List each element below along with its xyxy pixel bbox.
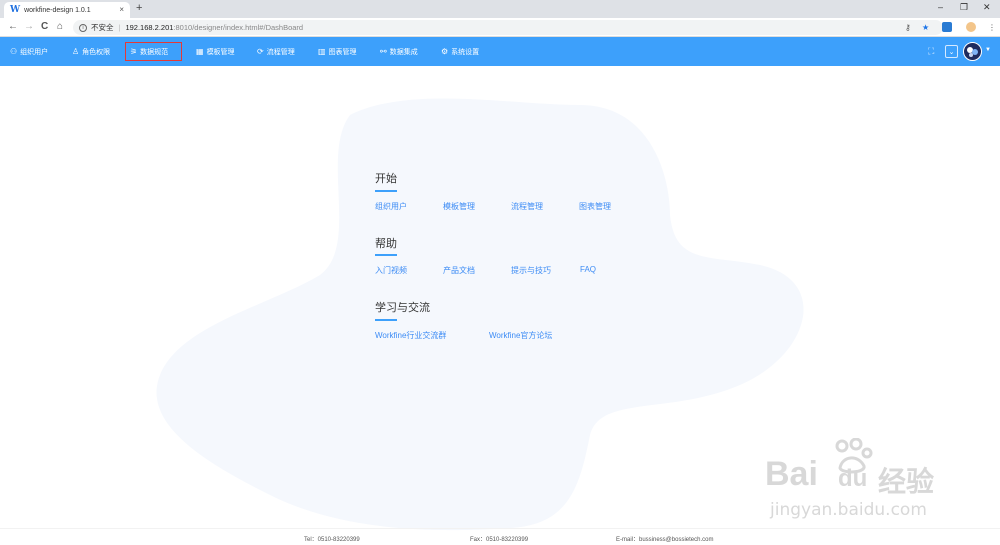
footer-divider: [0, 528, 1000, 529]
link-product-docs[interactable]: 产品文档: [443, 265, 475, 276]
watermark-url: jingyan.baidu.com: [770, 500, 927, 520]
link-intro-video[interactable]: 入门视频: [375, 265, 407, 276]
chart-icon: ▥: [318, 47, 326, 56]
window-close-button[interactable]: ✕: [983, 2, 991, 13]
forward-icon[interactable]: →: [24, 21, 34, 32]
tab-title: workfine-design 1.0.1: [24, 6, 91, 14]
nav-item-org-users[interactable]: ⚇ 组织用户: [6, 42, 52, 61]
footer-tel: Tel：0510-83220399: [304, 537, 360, 543]
settings-icon: ⚙: [441, 47, 449, 56]
extension-icon[interactable]: [942, 22, 952, 32]
nav-item-data-spec[interactable]: ⚞ 数据规范: [125, 42, 182, 61]
fullscreen-icon[interactable]: ⛶: [928, 46, 934, 57]
nav-item-label: 系统设置: [451, 48, 480, 56]
watermark-cn: 经验: [878, 465, 935, 498]
address-bar-row: ← → C ⌂ i 不安全 | 192.168.2.201:8010/desig…: [0, 18, 1000, 37]
dropdown-toggle[interactable]: ⌄: [945, 45, 958, 58]
link-process-management[interactable]: 流程管理: [511, 201, 543, 212]
new-tab-button[interactable]: +: [136, 2, 142, 14]
nav-item-template-management[interactable]: ▦ 模板管理: [192, 42, 239, 61]
nav-item-system-settings[interactable]: ⚙ 系统设置: [437, 42, 483, 61]
template-icon: ▦: [196, 47, 204, 56]
nav-item-process-management[interactable]: ⟳ 流程管理: [253, 42, 299, 61]
section-underline: [375, 319, 397, 321]
browser-tab[interactable]: W workfine-design 1.0.1 ×: [4, 2, 130, 18]
workfine-favicon-icon: W: [10, 5, 21, 15]
browser-tab-strip: W workfine-design 1.0.1 × + – ❐ ✕: [0, 0, 1000, 18]
nav-item-label: 组织用户: [20, 48, 49, 56]
nav-item-label: 模板管理: [206, 48, 235, 56]
section-title-learning: 学习与交流: [375, 302, 430, 314]
browser-menu-icon[interactable]: ⋮: [988, 23, 996, 32]
avatar-image: [967, 47, 978, 57]
footer-email: E-mail：bussiness@bossietech.com: [616, 537, 714, 543]
link-official-forum[interactable]: Workfine官方论坛: [489, 330, 552, 341]
url-host: 192.168.2.201: [125, 23, 174, 32]
watermark-brand: Bai: [765, 455, 818, 493]
reload-icon[interactable]: C: [41, 21, 48, 32]
app-nav-bar: ⚇ 组织用户 ♙ 角色权限 ⚞ 数据规范 ▦ 模板管理 ⟳ 流程管理 ▥ 图表管…: [0, 37, 1000, 66]
info-icon[interactable]: i: [79, 23, 87, 32]
user-icon: ♙: [72, 47, 80, 56]
section-underline: [375, 254, 397, 256]
watermark-brand-du: du: [838, 465, 868, 492]
window-restore-button[interactable]: ❐: [960, 2, 968, 13]
footer-fax: Fax：0510-83220399: [470, 537, 529, 543]
nav-item-label: 数据规范: [140, 48, 169, 56]
link-industry-group[interactable]: Workfine行业交流群: [375, 330, 446, 341]
avatar-caret-icon[interactable]: ▼: [985, 47, 991, 53]
link-tips[interactable]: 提示与技巧: [511, 265, 551, 276]
profile-extension-icon[interactable]: [966, 22, 976, 32]
chevron-down-icon: ⌄: [948, 48, 955, 56]
window-minimize-button[interactable]: –: [938, 2, 943, 12]
nav-item-label: 图表管理: [328, 48, 357, 56]
link-chart-management[interactable]: 图表管理: [579, 201, 611, 212]
home-icon[interactable]: ⌂: [57, 21, 63, 32]
back-icon[interactable]: ←: [8, 21, 18, 32]
link-org-users[interactable]: 组织用户: [375, 201, 407, 212]
nav-item-role-permissions[interactable]: ♙ 角色权限: [68, 42, 114, 61]
url-field[interactable]: i 不安全 | 192.168.2.201:8010/designer/inde…: [73, 20, 943, 35]
url-path: :8010/designer/index.html#/DashBoard: [173, 23, 304, 32]
nav-item-label: 数据集成: [389, 48, 418, 56]
link-faq[interactable]: FAQ: [580, 265, 596, 274]
key-icon[interactable]: ⚷: [905, 23, 911, 32]
bookmark-star-icon[interactable]: ★: [922, 23, 929, 32]
section-underline: [375, 190, 397, 192]
nav-item-label: 角色权限: [82, 48, 111, 56]
integration-icon: ⚯: [380, 47, 387, 56]
insecure-label: 不安全: [91, 23, 114, 32]
process-icon: ⟳: [257, 47, 264, 56]
link-template-management[interactable]: 模板管理: [443, 201, 475, 212]
background-blob: [156, 98, 804, 531]
url-separator: |: [118, 23, 121, 32]
avatar[interactable]: [963, 42, 982, 61]
nav-item-data-integration[interactable]: ⚯ 数据集成: [376, 42, 422, 61]
nav-item-label: 流程管理: [266, 48, 295, 56]
section-title-start: 开始: [375, 173, 397, 185]
nav-item-chart-management[interactable]: ▥ 图表管理: [314, 42, 361, 61]
data-spec-icon: ⚞: [130, 47, 138, 56]
org-icon: ⚇: [10, 47, 18, 56]
tab-close-icon[interactable]: ×: [119, 5, 124, 14]
section-title-help: 帮助: [375, 238, 397, 250]
